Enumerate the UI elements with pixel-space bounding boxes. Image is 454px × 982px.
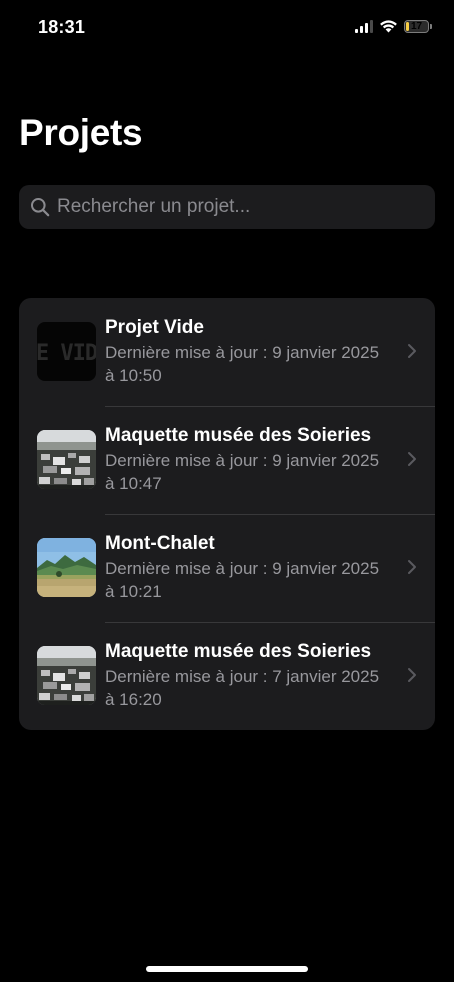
search-bar[interactable] (19, 185, 435, 229)
status-indicators: 17 (355, 19, 432, 33)
empty-project-thumbnail: E VID (37, 322, 96, 381)
project-updated-date: Dernière mise à jour : 9 janvier 2025 à … (105, 559, 380, 601)
project-row[interactable]: Mont-Chalet Dernière mise à jour : 9 jan… (19, 514, 435, 622)
project-row[interactable]: Maquette musée des Soieries Dernière mis… (19, 406, 435, 514)
project-title: Mont-Chalet (105, 533, 215, 554)
project-row[interactable]: Maquette musée des Soieries Dernière mis… (19, 622, 435, 730)
battery-fill (406, 21, 409, 31)
project-title: Maquette musée des Soieries (105, 641, 372, 662)
project-updated-date: Dernière mise à jour : 9 janvier 2025 à … (105, 451, 380, 493)
search-input[interactable] (57, 196, 435, 218)
wifi-icon (380, 20, 397, 33)
thumbnail-text: E VID (37, 341, 96, 366)
project-updated-date: Dernière mise à jour : 9 janvier 2025 à … (105, 343, 380, 385)
status-time: 18:31 (38, 17, 86, 37)
project-row[interactable]: E VID Projet Vide Dernière mise à jour :… (19, 298, 435, 406)
project-updated-date: Dernière mise à jour : 7 janvier 2025 à … (105, 667, 380, 709)
project-title: Maquette musée des Soieries (105, 425, 372, 446)
project-title: Projet Vide (105, 317, 204, 338)
battery-level: 17 (410, 20, 423, 32)
chevron-right-icon (408, 668, 416, 682)
page-title: Projets (19, 112, 143, 153)
chevron-right-icon (408, 452, 416, 466)
project-list: E VID Projet Vide Dernière mise à jour :… (19, 298, 435, 730)
battery-tip (430, 23, 432, 29)
battery-icon: 17 (404, 19, 429, 33)
cellular-signal-icon (355, 19, 373, 33)
home-indicator[interactable] (146, 966, 308, 972)
mountain-landscape-thumbnail (37, 538, 96, 597)
aerial-city-thumbnail (37, 646, 96, 705)
chevron-right-icon (408, 344, 416, 358)
search-icon (31, 198, 50, 217)
status-bar: 18:31 17 (0, 0, 454, 58)
aerial-city-thumbnail (37, 430, 96, 489)
chevron-right-icon (408, 560, 416, 574)
